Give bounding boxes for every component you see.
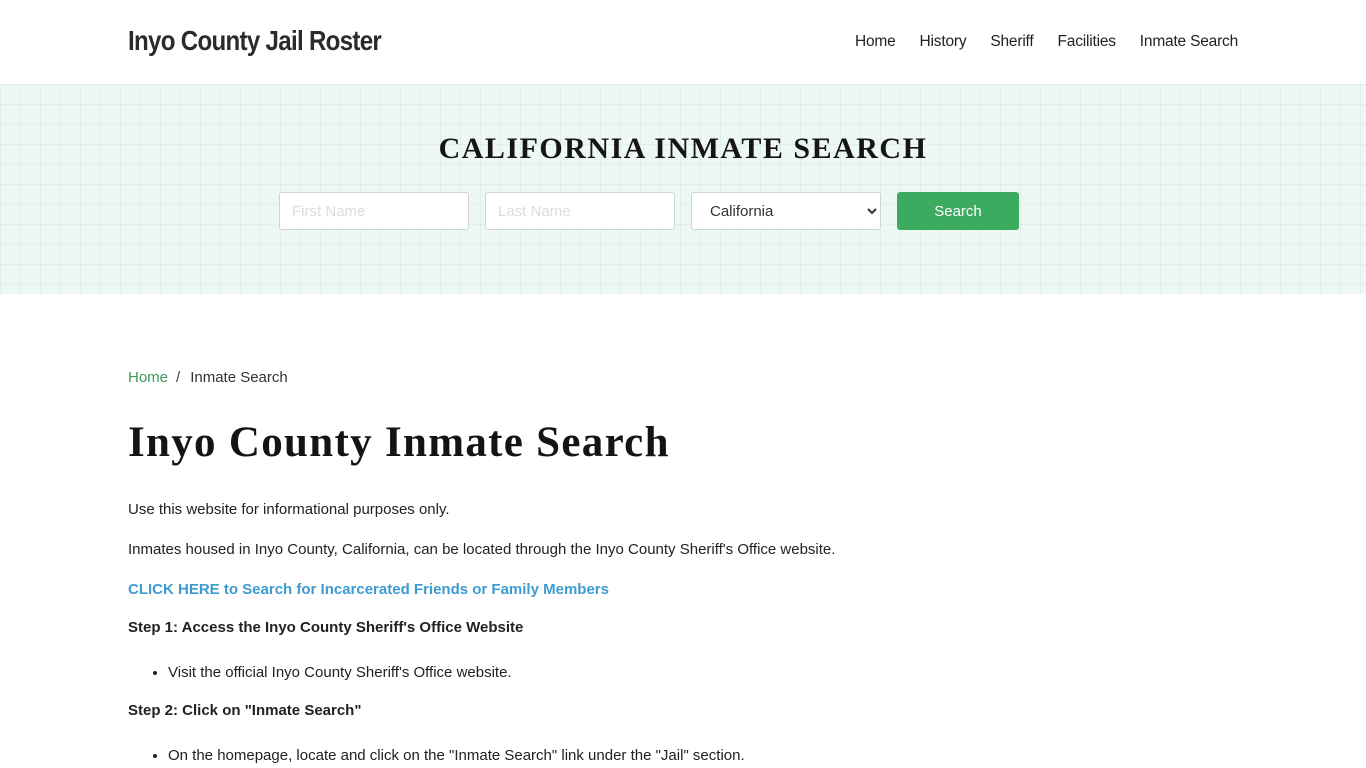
state-select[interactable]: California	[691, 192, 881, 230]
breadcrumb: Home / Inmate Search	[128, 369, 288, 386]
nav-home[interactable]: Home	[855, 33, 896, 51]
breadcrumb-current: Inmate Search	[190, 369, 288, 386]
search-friends-family-link[interactable]: CLICK HERE to Search for Incarcerated Fr…	[128, 581, 609, 598]
page-title: Inyo County Inmate Search	[128, 419, 670, 466]
step-1-heading: Step 1: Access the Inyo County Sheriff's…	[128, 619, 524, 636]
hero-search-section: CALIFORNIA INMATE SEARCH California Sear…	[0, 84, 1366, 294]
intro-text: Use this website for informational purpo…	[128, 501, 450, 518]
hero-title: CALIFORNIA INMATE SEARCH	[438, 132, 928, 165]
search-button[interactable]: Search	[897, 192, 1019, 230]
nav-history[interactable]: History	[920, 33, 967, 51]
inmate-search-form: California Search	[279, 192, 1019, 230]
last-name-input[interactable]	[485, 192, 675, 230]
step-2-list: On the homepage, locate and click on the…	[128, 747, 745, 764]
list-item: On the homepage, locate and click on the…	[168, 747, 745, 764]
nav-sheriff[interactable]: Sheriff	[990, 33, 1033, 51]
step-1-list: Visit the official Inyo County Sheriff's…	[128, 664, 512, 681]
site-logo[interactable]: Inyo County Jail Roster	[128, 25, 382, 57]
step-2-heading: Step 2: Click on "Inmate Search"	[128, 702, 362, 719]
breadcrumb-separator: /	[176, 369, 181, 386]
nav-inmate-search[interactable]: Inmate Search	[1140, 33, 1238, 51]
site-header: Inyo County Jail Roster Home History She…	[0, 0, 1366, 84]
description-text: Inmates housed in Inyo County, Californi…	[128, 541, 836, 558]
first-name-input[interactable]	[279, 192, 469, 230]
nav-facilities[interactable]: Facilities	[1058, 33, 1116, 51]
breadcrumb-home[interactable]: Home	[128, 369, 168, 386]
main-nav: Home History Sheriff Facilities Inmate S…	[831, 33, 1238, 51]
list-item: Visit the official Inyo County Sheriff's…	[168, 664, 512, 681]
